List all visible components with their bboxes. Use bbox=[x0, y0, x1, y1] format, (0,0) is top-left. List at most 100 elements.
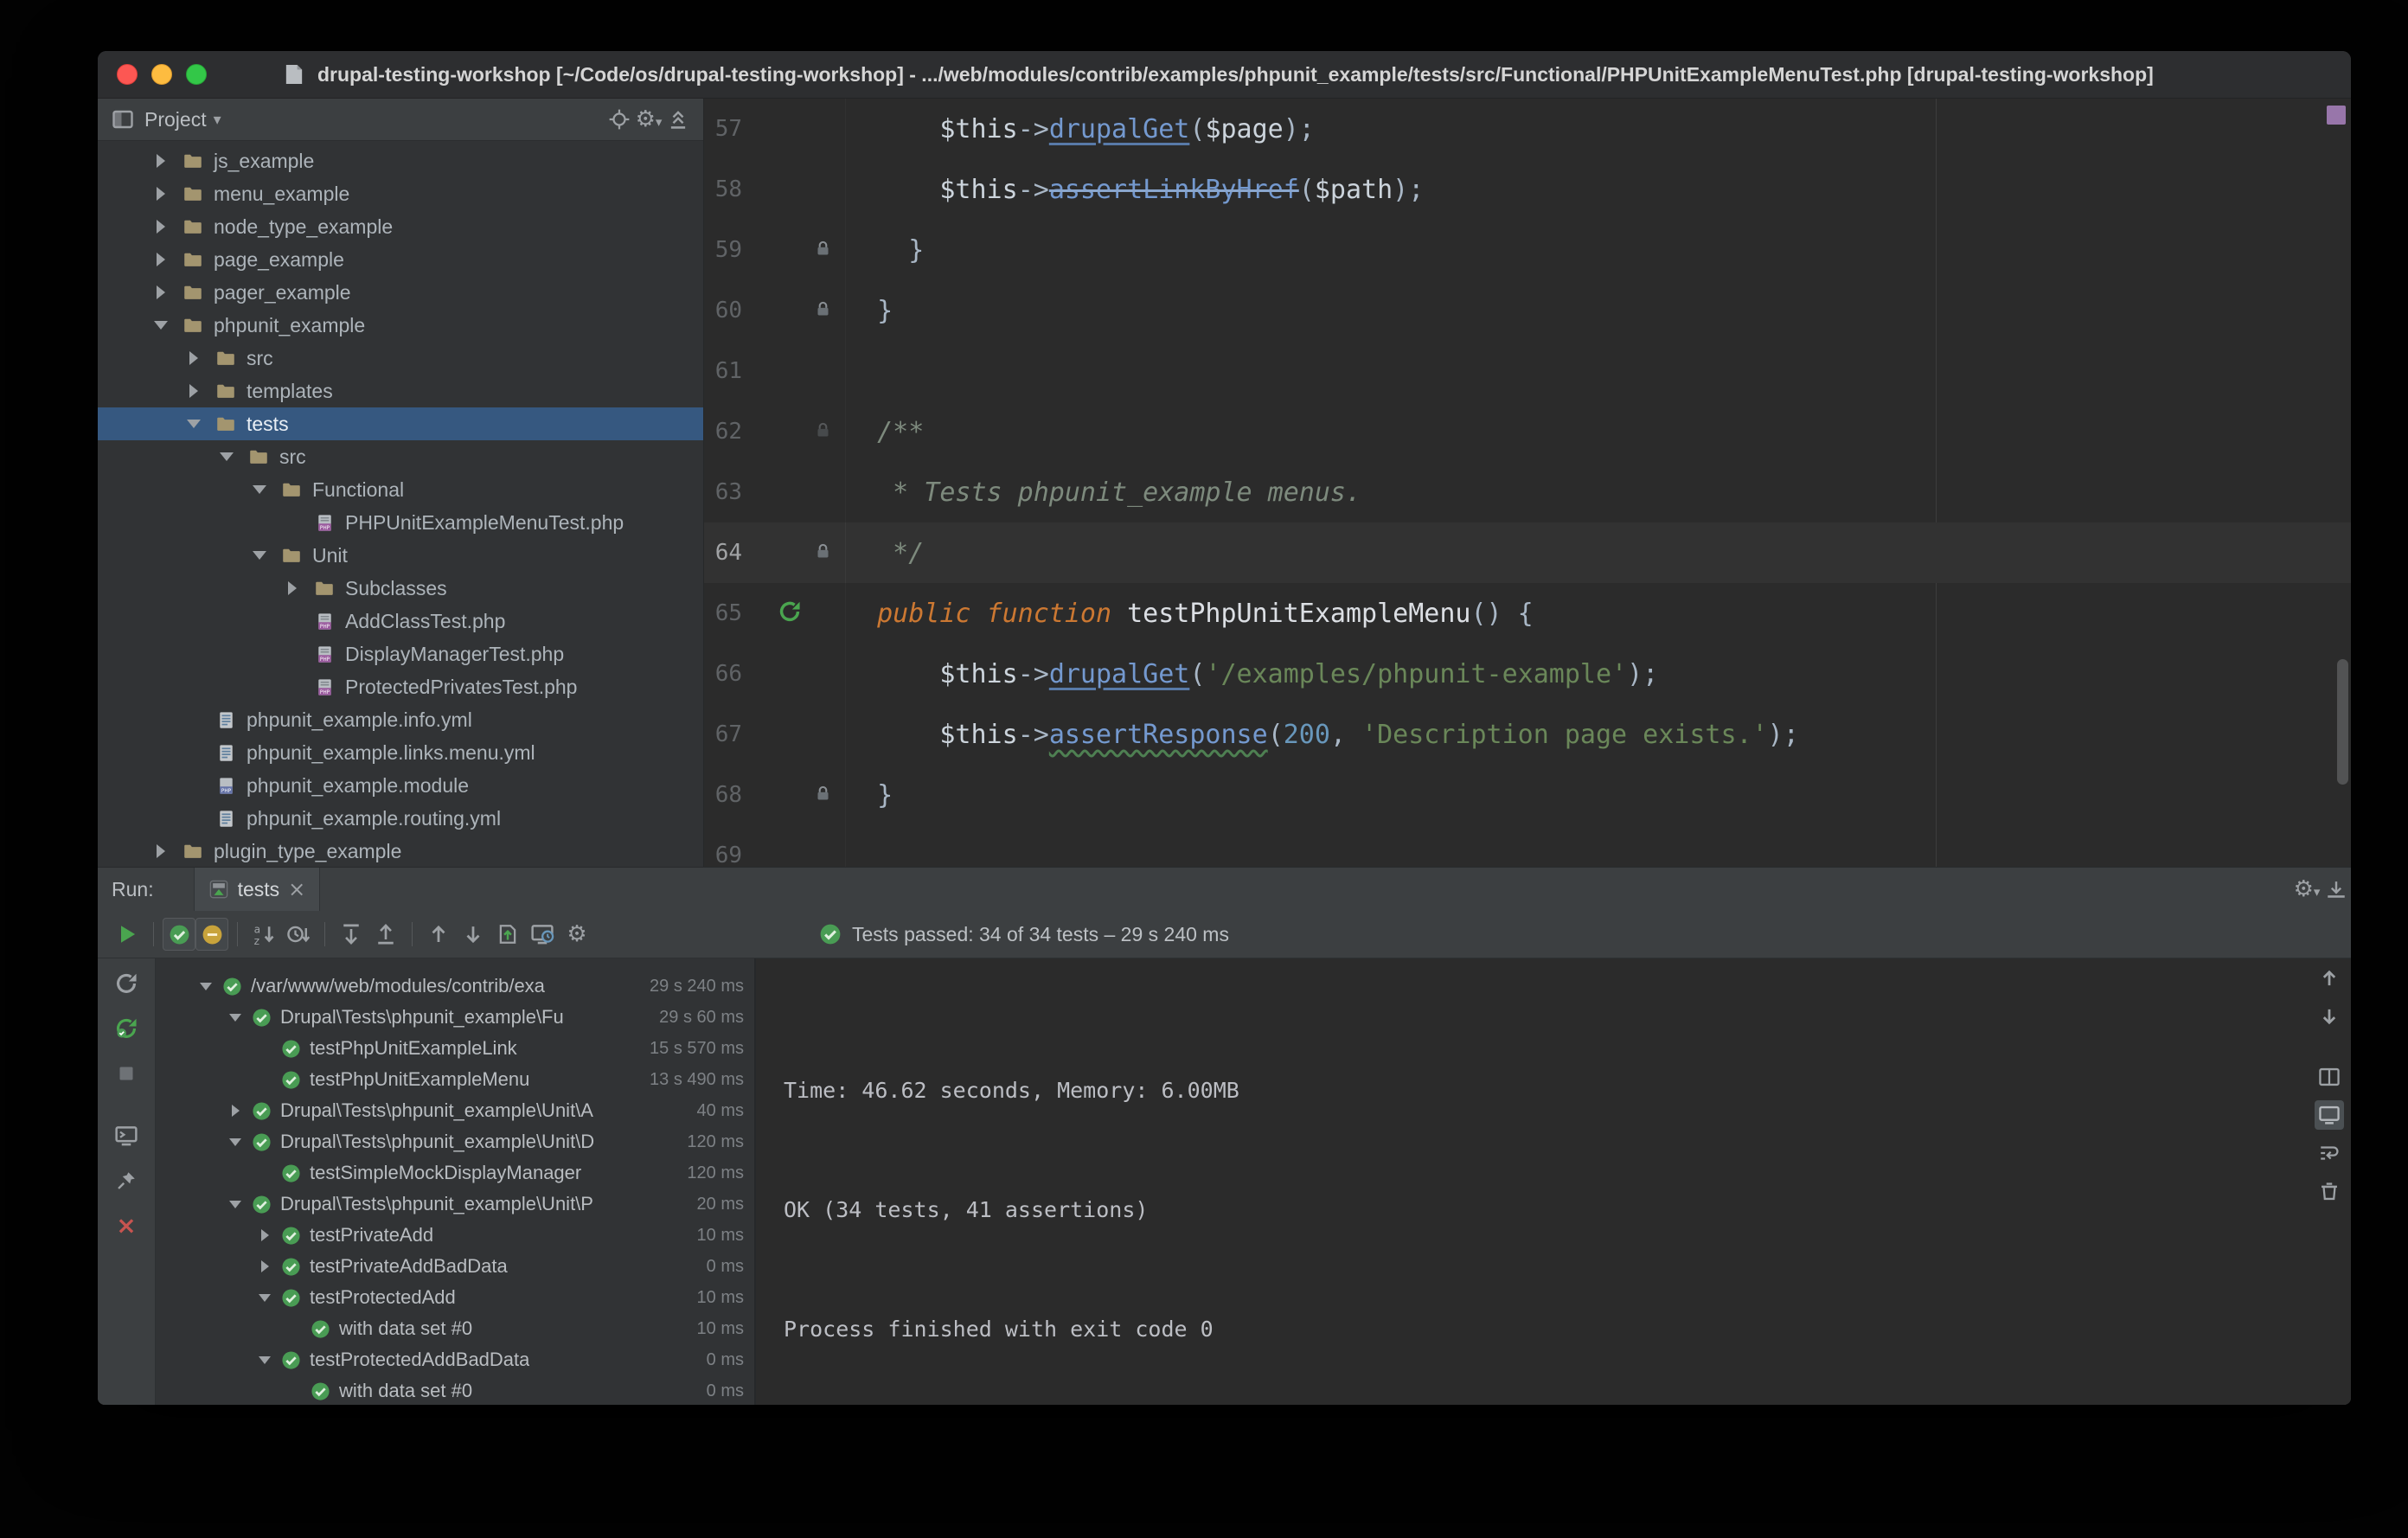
test-tree-item[interactable]: Drupal\Tests\phpunit_example\Unit\A 40 ms bbox=[156, 1095, 754, 1126]
chevron-right-icon[interactable] bbox=[183, 380, 205, 402]
console-icon[interactable] bbox=[112, 1121, 141, 1150]
project-tree-item[interactable]: PHP AddClassTest.php bbox=[98, 605, 703, 638]
test-tree-item[interactable]: testProtectedAdd 10 ms bbox=[156, 1282, 754, 1313]
stop-icon[interactable] bbox=[112, 1059, 141, 1088]
test-tree-item[interactable]: Drupal\Tests\phpunit_example\Unit\D 120 m… bbox=[156, 1126, 754, 1157]
code-line[interactable]: public function testPhpUnitExampleMenu()… bbox=[845, 583, 2351, 644]
code-line[interactable]: */ bbox=[845, 522, 2351, 583]
chevron-down-icon[interactable] bbox=[223, 1131, 247, 1152]
chevron-right-icon[interactable] bbox=[253, 1225, 277, 1246]
code-line[interactable]: } bbox=[845, 280, 2351, 341]
chevron-right-icon[interactable] bbox=[253, 1256, 277, 1277]
preview-icon[interactable] bbox=[2315, 1100, 2344, 1130]
close-window-button[interactable] bbox=[117, 64, 138, 85]
test-tree-item[interactable]: testPhpUnitExampleMenu 13 s 490 ms bbox=[156, 1064, 754, 1095]
collapse-panel-icon[interactable] bbox=[663, 105, 693, 134]
test-tree-item[interactable]: testPrivateAddBadData 0 ms bbox=[156, 1251, 754, 1282]
editor-scrollbar-thumb[interactable] bbox=[2337, 659, 2348, 785]
code-line[interactable]: * Tests phpunit_example menus. bbox=[845, 462, 2351, 522]
chevron-right-icon[interactable] bbox=[150, 150, 172, 172]
project-tree-item[interactable]: PHP PHPUnitExampleMenuTest.php bbox=[98, 506, 703, 539]
play-icon[interactable] bbox=[112, 919, 143, 950]
run-settings-icon[interactable]: ⚙▾ bbox=[2292, 875, 2322, 904]
code-line[interactable]: $this -> drupalGet('/examples/phpunit-exam… bbox=[845, 644, 2351, 704]
rerun-icon[interactable] bbox=[112, 969, 141, 998]
run-test-icon[interactable] bbox=[778, 599, 802, 627]
chevron-down-icon[interactable] bbox=[223, 1194, 247, 1214]
chevron-right-icon[interactable] bbox=[223, 1100, 247, 1121]
show-passed-icon[interactable] bbox=[163, 918, 195, 951]
sort-alphabetically-icon[interactable]: az bbox=[248, 919, 279, 950]
code-line[interactable]: } bbox=[845, 220, 2351, 280]
chevron-down-icon[interactable] bbox=[248, 544, 271, 567]
project-tree-item[interactable]: phpunit_example.routing.yml bbox=[98, 802, 703, 835]
project-tree-item[interactable]: js_example bbox=[98, 144, 703, 177]
chevron-right-icon[interactable] bbox=[150, 281, 172, 304]
soft-wrap-icon[interactable] bbox=[2315, 1138, 2344, 1168]
project-tree-item[interactable]: src bbox=[98, 440, 703, 473]
project-panel-title[interactable]: Project bbox=[144, 108, 207, 131]
code-line[interactable]: $this -> assertResponse(200, 'Description … bbox=[845, 704, 2351, 765]
sort-by-duration-icon[interactable] bbox=[283, 919, 314, 950]
test-tree-item[interactable]: testSimpleMockDisplayManager 120 ms bbox=[156, 1157, 754, 1189]
hide-panel-icon[interactable] bbox=[2322, 875, 2351, 904]
rerun-failed-icon[interactable] bbox=[112, 1014, 141, 1043]
up-arrow-icon[interactable] bbox=[423, 919, 454, 950]
chevron-down-icon[interactable] bbox=[223, 1007, 247, 1028]
chevron-down-icon[interactable] bbox=[194, 976, 218, 996]
chevron-down-icon[interactable] bbox=[253, 1349, 277, 1370]
locate-file-icon[interactable] bbox=[605, 105, 634, 134]
code-line[interactable] bbox=[845, 825, 2351, 867]
chevron-down-icon[interactable] bbox=[215, 445, 238, 468]
close-icon[interactable]: × bbox=[112, 1211, 141, 1240]
code-line[interactable]: $this -> drupalGet($page); bbox=[845, 99, 2351, 159]
run-tab-tests[interactable]: tests × bbox=[193, 868, 321, 911]
project-tree-item[interactable]: phpunit_example.info.yml bbox=[98, 703, 703, 736]
toolbar-settings-icon[interactable]: ⚙ bbox=[561, 919, 592, 950]
scroll-down-icon[interactable] bbox=[2315, 1002, 2344, 1031]
chevron-right-icon[interactable] bbox=[150, 215, 172, 238]
scroll-up-icon[interactable] bbox=[2315, 964, 2344, 993]
code-line[interactable]: } bbox=[845, 765, 2351, 825]
test-tree-item[interactable]: /var/www/web/modules/contrib/exa 29 s 240… bbox=[156, 971, 754, 1002]
project-tree-item[interactable]: page_example bbox=[98, 243, 703, 276]
project-tree-item[interactable]: PHP DisplayManagerTest.php bbox=[98, 638, 703, 670]
minimize-window-button[interactable] bbox=[151, 64, 172, 85]
test-tree-item[interactable]: testPrivateAdd 10 ms bbox=[156, 1220, 754, 1251]
split-icon[interactable] bbox=[2315, 1062, 2344, 1092]
console-pane[interactable]: Time: 46.62 seconds, Memory: 6.00MB OK (… bbox=[756, 958, 2351, 1405]
project-tree-item[interactable]: phpunit_example.links.menu.yml bbox=[98, 736, 703, 769]
project-tree-item[interactable]: Unit bbox=[98, 539, 703, 572]
editor-pane[interactable]: 57 $this -> drupalGet($page); 58 $this -> ass… bbox=[704, 99, 2351, 867]
code-line[interactable]: /** bbox=[845, 401, 2351, 462]
test-tree-item[interactable]: testProtectedAddBadData 0 ms bbox=[156, 1344, 754, 1375]
chevron-down-icon[interactable] bbox=[248, 478, 271, 501]
test-tree-item[interactable]: with data set #0 10 ms bbox=[156, 1313, 754, 1344]
code-line[interactable] bbox=[845, 341, 2351, 401]
project-tree-item[interactable]: pager_example bbox=[98, 276, 703, 309]
project-tree-item[interactable]: Functional bbox=[98, 473, 703, 506]
show-ignored-icon[interactable] bbox=[195, 918, 228, 951]
project-tree-item[interactable]: tests bbox=[98, 407, 703, 440]
chevron-right-icon[interactable] bbox=[150, 183, 172, 205]
chevron-down-icon[interactable] bbox=[150, 314, 172, 336]
collapse-all-icon[interactable] bbox=[370, 919, 401, 950]
project-settings-icon[interactable]: ⚙▾ bbox=[634, 105, 663, 134]
test-tree-item[interactable]: testPhpUnitExampleLink 15 s 570 ms bbox=[156, 1033, 754, 1064]
test-tree-item[interactable]: Drupal\Tests\phpunit_example\Unit\P 20 ms bbox=[156, 1189, 754, 1220]
zoom-window-button[interactable] bbox=[186, 64, 207, 85]
test-tree-item[interactable]: with data set #0 0 ms bbox=[156, 1375, 754, 1405]
test-tree-item[interactable]: Drupal\Tests\phpunit_example\Fu 29 s 60 m… bbox=[156, 1002, 754, 1033]
project-tree-item[interactable]: node_type_example bbox=[98, 210, 703, 243]
project-tree-item[interactable]: templates bbox=[98, 375, 703, 407]
chevron-right-icon[interactable] bbox=[150, 248, 172, 271]
chevron-down-icon[interactable]: ▾ bbox=[214, 111, 221, 129]
project-tree-item[interactable]: phpunit_example bbox=[98, 309, 703, 342]
test-history-icon[interactable] bbox=[527, 919, 558, 950]
import-test-results-icon[interactable] bbox=[492, 919, 523, 950]
project-tree-item[interactable]: src bbox=[98, 342, 703, 375]
code-line[interactable]: $this -> assertLinkByHref($path); bbox=[845, 159, 2351, 220]
project-tree-item[interactable]: Subclasses bbox=[98, 572, 703, 605]
close-tab-icon[interactable]: × bbox=[288, 879, 305, 900]
clear-all-icon[interactable] bbox=[2315, 1176, 2344, 1206]
